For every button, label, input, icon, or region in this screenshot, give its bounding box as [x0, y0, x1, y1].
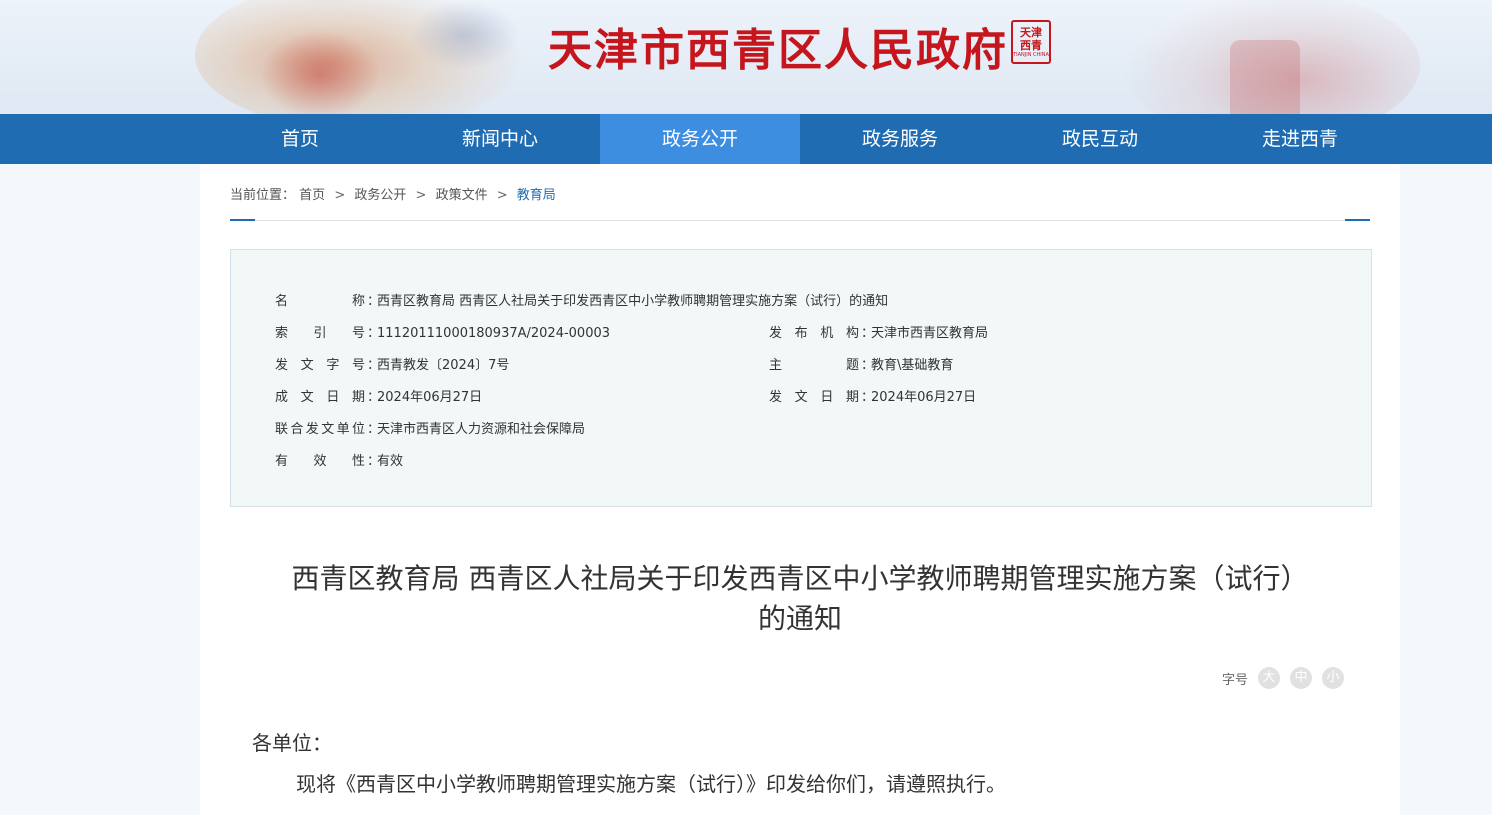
seal-subtext: TIANJIN CHINA	[1013, 51, 1049, 58]
document-paragraph: 现将《西青区中小学教师聘期管理实施方案（试行）》印发给你们，请遵照执行。	[296, 772, 1006, 796]
font-size-small-button[interactable]: 小	[1322, 667, 1345, 689]
meta-row-org: 发布机构 ：天津市西青区教育局	[769, 322, 988, 342]
site-title[interactable]: 天津市西青区人民政府	[548, 14, 1008, 78]
banner-decoration-red	[260, 30, 380, 114]
breadcrumb-policy-docs[interactable]: 政策文件	[436, 188, 488, 203]
header-banner: 天津市西青区人民政府 天津西青 TIANJIN CHINA	[0, 0, 1492, 114]
meta-label-issued: 发文日期	[769, 390, 859, 405]
meta-value-joint: 天津市西青区人力资源和社会保障局	[377, 422, 586, 437]
breadcrumb-separator: >	[334, 188, 346, 203]
meta-value-docno: 西青教发〔2024〕7号	[377, 358, 510, 373]
meta-label-validity: 有效性	[275, 454, 365, 469]
banner-decoration-blue	[410, 0, 520, 70]
nav-item-interaction[interactable]: 政民互动	[1000, 114, 1200, 164]
meta-value-issued: 2024年06月27日	[871, 390, 977, 405]
document-title-line2: 的通知	[757, 602, 842, 635]
document-salutation: 各单位：	[252, 731, 332, 755]
meta-value-org: 天津市西青区教育局	[871, 326, 989, 341]
breadcrumb-accent-right	[1345, 219, 1370, 221]
meta-row-docno: 发文字号 ：西青教发〔2024〕7号	[275, 354, 509, 374]
main-nav-inner: 首页 新闻中心 政务公开 政务服务 政民互动 走进西青	[200, 114, 1400, 164]
font-size-controls: 字号 大 中 小	[1222, 666, 1354, 690]
meta-label-docno: 发文字号	[275, 358, 365, 373]
seal-logo: 天津西青 TIANJIN CHINA	[1011, 20, 1051, 64]
meta-row-topic: 主题 ：教育\基础教育	[769, 354, 953, 374]
document-metadata: 名称 ：西青区教育局 西青区人社局关于印发西青区中小学教师聘期管理实施方案（试行）…	[230, 249, 1372, 507]
nav-item-gov-services[interactable]: 政务服务	[800, 114, 1000, 164]
nav-item-gov-affairs[interactable]: 政务公开	[600, 114, 800, 164]
meta-label-index: 索引号	[275, 326, 365, 341]
meta-value-validity: 有效	[377, 454, 404, 469]
meta-value-topic: 教育\基础教育	[871, 358, 954, 373]
breadcrumb-separator: >	[496, 188, 508, 203]
breadcrumb-accent-left	[230, 219, 255, 221]
font-size-medium-button[interactable]: 中	[1290, 667, 1313, 689]
font-size-label: 字号	[1222, 672, 1249, 688]
breadcrumb-separator: >	[415, 188, 427, 203]
meta-row-index: 索引号 ：11120111000180937A/2024-00003	[275, 322, 610, 342]
nav-item-news[interactable]: 新闻中心	[400, 114, 600, 164]
document-title: 西青区教育局 西青区人社局关于印发西青区中小学教师聘期管理实施方案（试行） 的通…	[240, 559, 1360, 639]
nav-item-home[interactable]: 首页	[200, 114, 400, 164]
meta-value-index: 11120111000180937A/2024-00003	[377, 326, 611, 341]
breadcrumb-gov-affairs[interactable]: 政务公开	[354, 188, 406, 203]
breadcrumb-home[interactable]: 首页	[299, 188, 325, 203]
breadcrumb-divider	[230, 220, 1370, 221]
document-title-line1: 西青区教育局 西青区人社局关于印发西青区中小学教师聘期管理实施方案（试行）	[291, 562, 1309, 595]
meta-row-issued: 发文日期 ：2024年06月27日	[769, 386, 976, 406]
meta-label-name: 名称	[275, 294, 365, 309]
breadcrumb-education-bureau[interactable]: 教育局	[517, 188, 556, 203]
meta-row-validity: 有效性 ：有效	[275, 450, 403, 470]
seal-text: 天津西青	[1020, 25, 1042, 52]
breadcrumb: 当前位置： 首页 > 政务公开 > 政策文件 > 教育局	[230, 184, 556, 203]
breadcrumb-prefix: 当前位置：	[230, 188, 296, 203]
main-content: 当前位置： 首页 > 政务公开 > 政策文件 > 教育局 名称 ：西青区教育局 西…	[200, 164, 1400, 815]
main-nav: 首页 新闻中心 政务公开 政务服务 政民互动 走进西青	[0, 114, 1492, 164]
meta-label-topic: 主题	[769, 358, 859, 373]
meta-label-org: 发布机构	[769, 326, 859, 341]
font-size-large-button[interactable]: 大	[1258, 667, 1281, 689]
meta-row-joint: 联合发文单位 ：天津市西青区人力资源和社会保障局	[275, 418, 585, 438]
meta-row-created: 成文日期 ：2024年06月27日	[275, 386, 482, 406]
banner-decoration-building	[1230, 40, 1300, 114]
meta-value-name: 西青区教育局 西青区人社局关于印发西青区中小学教师聘期管理实施方案（试行）的通知	[377, 294, 889, 309]
meta-label-joint: 联合发文单位	[275, 422, 365, 437]
meta-row-name: 名称 ：西青区教育局 西青区人社局关于印发西青区中小学教师聘期管理实施方案（试行）…	[275, 290, 888, 310]
meta-label-created: 成文日期	[275, 390, 365, 405]
meta-value-created: 2024年06月27日	[377, 390, 483, 405]
nav-item-about[interactable]: 走进西青	[1200, 114, 1400, 164]
